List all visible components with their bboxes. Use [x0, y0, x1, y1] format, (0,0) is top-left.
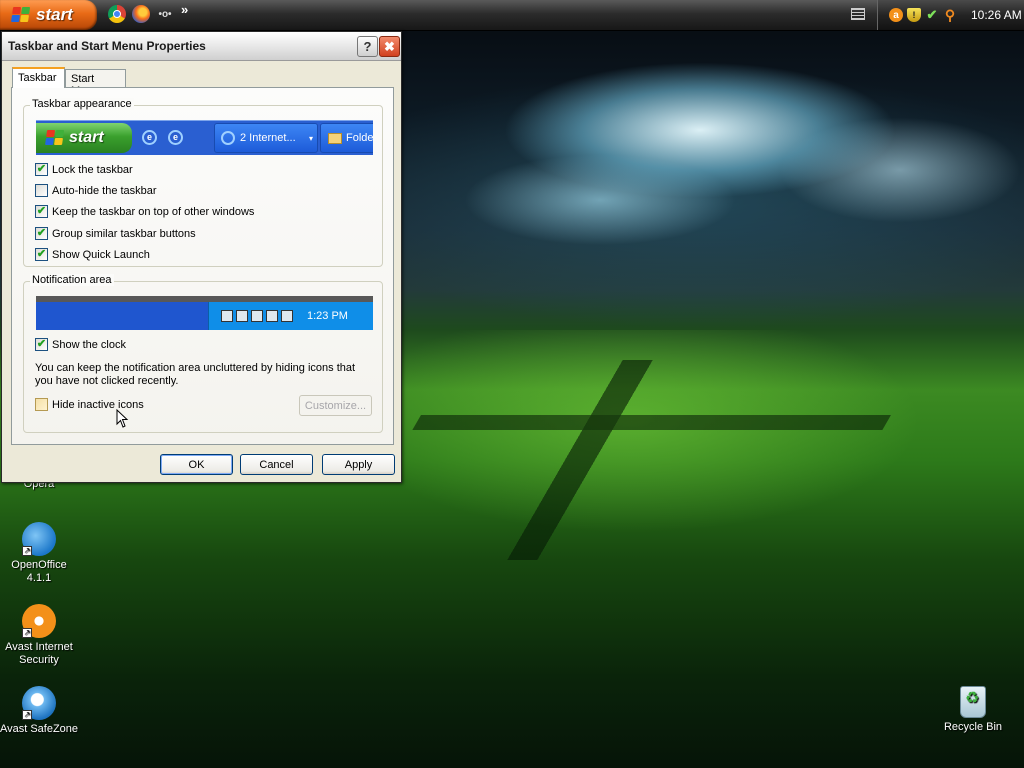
checkbox-label: Show the clock — [52, 338, 126, 351]
safezone-icon: ↗ — [22, 686, 56, 720]
shortcut-arrow-icon: ↗ — [22, 628, 32, 638]
taskbar-properties-dialog: Taskbar and Start Menu Properties ? ✖ Ta… — [1, 31, 402, 483]
apply-button[interactable]: Apply — [322, 454, 395, 475]
internet-explorer-icon: e — [168, 130, 183, 145]
internet-explorer-icon — [221, 131, 235, 145]
avast-icon: ↗ — [22, 604, 56, 638]
tray-app-icon — [236, 310, 248, 322]
checkbox-box[interactable]: ✔ — [35, 205, 48, 218]
checkbox-box[interactable]: ✔ — [35, 163, 48, 176]
tray-app-icon — [251, 310, 263, 322]
quick-launch-chevron-icon[interactable]: » — [181, 2, 188, 17]
preview-folder-label: Folde — [346, 132, 373, 144]
tab-panel-taskbar: Taskbar appearance start e e 2 Internet.… — [11, 87, 394, 445]
preview-folder-button: Folde — [320, 123, 373, 153]
preview-start-label: start — [69, 129, 104, 146]
checkbox-label: Show Quick Launch — [52, 248, 150, 261]
desktop-icon-label: Avast Internet Security — [5, 641, 73, 666]
group-similar-buttons-checkbox[interactable]: ✔ Group similar taskbar buttons — [35, 227, 196, 240]
dialog-title: Taskbar and Start Menu Properties — [8, 39, 206, 53]
group-label-notification: Notification area — [30, 274, 114, 286]
auto-hide-taskbar-checkbox[interactable]: Auto-hide the taskbar — [35, 184, 157, 197]
checkbox-label: Group similar taskbar buttons — [52, 227, 196, 240]
shortcut-arrow-icon: ↗ — [22, 710, 32, 720]
folder-icon — [328, 132, 342, 144]
tray-app-icon — [281, 310, 293, 322]
preview-internet-label: 2 Internet... — [240, 132, 296, 144]
group-notification-area: Notification area 1:23 PM ✔ Show the clo… — [23, 274, 383, 433]
preview-tray: 1:23 PM — [208, 302, 373, 330]
tray-clock[interactable]: 10:26 AM — [971, 8, 1022, 22]
openoffice-icon: ↗ — [22, 522, 56, 556]
ok-button[interactable]: OK — [160, 454, 233, 475]
opera-mini-icon[interactable]: •o• — [156, 5, 174, 23]
tray-app-icon — [266, 310, 278, 322]
preview-start-button: start — [36, 123, 132, 153]
show-desktop-icon[interactable] — [851, 8, 865, 20]
security-shield-icon[interactable]: ! — [907, 8, 921, 22]
recycle-bin-icon — [960, 686, 986, 718]
group-taskbar-appearance: Taskbar appearance start e e 2 Internet.… — [23, 98, 383, 267]
preview-internet-button: 2 Internet... ▾ — [214, 123, 318, 153]
show-clock-checkbox[interactable]: ✔ Show the clock — [35, 338, 126, 351]
preview-clock: 1:23 PM — [307, 310, 348, 322]
checkbox-box[interactable]: ✔ — [35, 227, 48, 240]
customize-button[interactable]: Customize... — [299, 395, 372, 416]
close-button[interactable]: ✖ — [379, 36, 400, 57]
checkbox-label: Auto-hide the taskbar — [52, 184, 157, 197]
quick-launch-bar: •o• — [108, 5, 174, 23]
keep-on-top-checkbox[interactable]: ✔ Keep the taskbar on top of other windo… — [35, 205, 254, 218]
group-label-appearance: Taskbar appearance — [30, 98, 134, 110]
network-icon[interactable]: ✔ — [925, 7, 939, 22]
cancel-button[interactable]: Cancel — [240, 454, 313, 475]
desktop-icon-label: Avast SafeZone — [0, 723, 79, 735]
dropdown-caret-icon: ▾ — [308, 133, 313, 143]
start-button[interactable]: start — [0, 0, 97, 30]
shortcut-arrow-icon: ↗ — [22, 546, 32, 556]
desktop-icon-recycle-bin[interactable]: Recycle Bin — [933, 686, 1013, 734]
desktop-icon-avast-safezone[interactable]: ↗ Avast SafeZone — [0, 686, 79, 736]
desktop-icon-avast-internet-security[interactable]: ↗ Avast Internet Security — [0, 604, 79, 667]
checkbox-box[interactable] — [35, 398, 48, 411]
taskbar: start •o• » a ! ✔ ⚲ 10:26 AM — [0, 0, 1024, 31]
chrome-icon[interactable] — [108, 5, 126, 23]
checkbox-box[interactable]: ✔ — [35, 248, 48, 261]
avast-tray-icon[interactable]: a — [889, 8, 903, 22]
start-button-label: start — [36, 5, 73, 24]
tab-start-menu[interactable]: Start Menu — [65, 69, 126, 97]
taskbar-preview: start e e 2 Internet... ▾ Folde — [36, 120, 373, 155]
dialog-titlebar[interactable]: Taskbar and Start Menu Properties ? ✖ — [2, 32, 401, 61]
internet-explorer-icon: e — [142, 130, 157, 145]
windows-logo-icon — [45, 130, 65, 146]
search-icon[interactable]: ⚲ — [943, 7, 957, 23]
windows-logo-icon — [11, 7, 31, 23]
show-quick-launch-checkbox[interactable]: ✔ Show Quick Launch — [35, 248, 150, 261]
lock-taskbar-checkbox[interactable]: ✔ Lock the taskbar — [35, 163, 133, 176]
help-button[interactable]: ? — [357, 36, 378, 57]
notification-tray: a ! ✔ ⚲ 10:26 AM — [877, 0, 1024, 30]
checkbox-box[interactable]: ✔ — [35, 338, 48, 351]
tab-taskbar[interactable]: Taskbar — [12, 67, 65, 88]
tray-app-icon — [221, 310, 233, 322]
desktop-icon-openoffice[interactable]: ↗ OpenOffice 4.1.1 — [0, 522, 79, 585]
notification-area-preview: 1:23 PM — [36, 296, 373, 330]
notification-description: You can keep the notification area unclu… — [35, 362, 356, 387]
checkbox-label: Keep the taskbar on top of other windows — [52, 205, 255, 218]
desktop-icon-label: Recycle Bin — [943, 721, 1003, 733]
firefox-icon[interactable] — [132, 5, 150, 23]
checkbox-label: Lock the taskbar — [52, 163, 133, 176]
checkbox-box[interactable] — [35, 184, 48, 197]
desktop-icon-label: OpenOffice 4.1.1 — [11, 559, 67, 584]
